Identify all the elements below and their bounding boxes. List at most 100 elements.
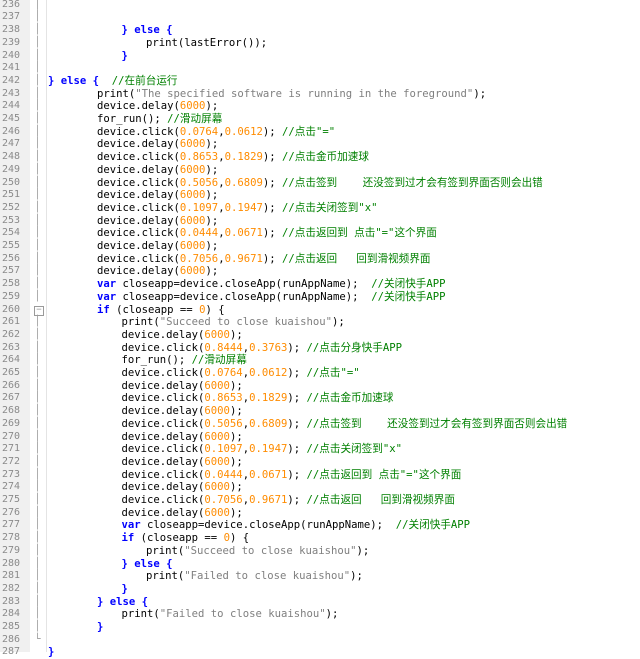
line-number: 236 <box>2 0 21 10</box>
code-line[interactable]: 272 │ device.delay(6000); <box>0 456 640 469</box>
fold-guide: │ <box>34 481 41 493</box>
code-line[interactable]: 246 │ device.click(0.0764,0.0612); //点击"=" <box>0 126 640 139</box>
code-line[interactable]: 238 │} else { <box>0 24 640 37</box>
code-line[interactable]: 275 │ device.click(0.7056,0.9671); //点击返回 … <box>0 494 640 507</box>
code-token-num: 0.6809 <box>224 176 263 189</box>
code-text: device.delay(6000); <box>122 329 243 342</box>
code-line[interactable]: 255 │ device.delay(6000); <box>0 240 640 253</box>
code-text: device.delay(6000); <box>122 380 243 393</box>
line-number: 268 <box>2 405 21 417</box>
code-token-kw: var <box>97 278 117 291</box>
code-line[interactable]: 242 │} else { //在前台运行 <box>0 75 640 88</box>
code-line[interactable]: 285 │} <box>0 621 640 634</box>
code-token-num: 0.0671 <box>224 227 263 240</box>
code-text: device.click(0.7056,0.9671); //点击返回 回到滑视… <box>122 494 455 507</box>
code-line[interactable]: 274 │ device.delay(6000); <box>0 481 640 494</box>
code-line[interactable]: 278 │ if (closeapp == 0) { <box>0 532 640 545</box>
code-line[interactable]: 266 │ device.delay(6000); <box>0 380 640 393</box>
code-line[interactable]: 263 │ device.click(0.8444,0.3763); //点击分身快… <box>0 342 640 355</box>
code-text: device.delay(6000); <box>122 481 243 494</box>
code-text: for_run(); //滑动屏幕 <box>122 354 247 367</box>
code-line[interactable]: 252 │ device.click(0.1097,0.1947); //点击关闭签… <box>0 202 640 215</box>
code-line[interactable]: 262 │ device.delay(6000); <box>0 329 640 342</box>
code-token-plain: ); <box>356 544 370 557</box>
code-token-kw: } else { <box>97 595 149 608</box>
code-token-plain: ); <box>262 125 283 138</box>
code-token-num: 0.6809 <box>249 417 288 430</box>
code-line[interactable]: 243 │ print("The specified software is run… <box>0 88 640 101</box>
fold-guide: │ <box>34 163 41 175</box>
code-text: for_run(); //滑动屏幕 <box>97 113 222 126</box>
line-number: 249 <box>2 163 21 175</box>
code-line[interactable]: 249 │ device.delay(6000); <box>0 164 640 177</box>
fold-guide: │ <box>34 379 41 391</box>
code-token-num: 6000 <box>179 163 206 176</box>
code-line[interactable]: 236 │ <box>0 0 640 11</box>
code-line[interactable]: 240 │} <box>0 50 640 63</box>
code-token-plain: closeapp=device.closeApp(runAppName); <box>116 278 372 291</box>
code-line[interactable]: 250 │ device.click(0.5056,0.6809); //点击签到 … <box>0 177 640 190</box>
code-line[interactable]: 283 │} else { <box>0 596 640 609</box>
code-line[interactable]: 276 │ device.delay(6000); <box>0 507 640 520</box>
code-line[interactable]: 273 │ device.click(0.0444,0.0671); //点击返回到… <box>0 469 640 482</box>
code-line[interactable]: 280 │} else { <box>0 558 640 571</box>
code-token-plain: ); <box>262 227 283 240</box>
code-line[interactable]: 271 │ device.click(0.1097,0.1947); //点击关闭签… <box>0 443 640 456</box>
code-line[interactable]: 286 └ <box>0 634 640 647</box>
code-line[interactable]: 282 │} <box>0 583 640 596</box>
code-token-plain: ) { <box>205 303 225 316</box>
code-token-plain: device.click( <box>121 417 205 430</box>
code-token-plain: ); <box>205 163 219 176</box>
code-token-str: "Failed to close kuaishou" <box>184 570 351 583</box>
code-line[interactable]: 281 │ print("Failed to close kuaishou"); <box>0 570 640 583</box>
code-line[interactable]: 258 │ var closeapp=device.closeApp(runAppN… <box>0 278 640 291</box>
code-line[interactable]: 257 │ device.delay(6000); <box>0 265 640 278</box>
code-token-num: 6000 <box>179 189 206 202</box>
code-token-cmt: //滑动屏幕 <box>191 354 247 367</box>
code-token-str: "Failed to close kuaishou" <box>159 608 326 621</box>
code-token-cmt: //点击签到 还没签到过才会有签到界面否则会出错 <box>282 176 543 189</box>
code-line[interactable]: 244 │ device.delay(6000); <box>0 100 640 113</box>
code-line[interactable]: 268 │ device.delay(6000); <box>0 405 640 418</box>
code-line[interactable]: 239 │ print(lastError()); <box>0 37 640 50</box>
code-line[interactable]: 260 − if (closeapp == 0) { <box>0 304 640 317</box>
code-text: device.delay(6000); <box>122 507 243 520</box>
code-line[interactable]: 253 │ device.delay(6000); <box>0 215 640 228</box>
code-token-num: 6000 <box>204 430 230 443</box>
code-line[interactable]: 269 │ device.click(0.5056,0.6809); //点击签到 … <box>0 418 640 431</box>
code-text: device.click(0.1097,0.1947); //点击关闭签到"x" <box>97 202 377 215</box>
code-line[interactable]: 237 │ <box>0 11 640 24</box>
code-line[interactable]: 247 │ device.delay(6000); <box>0 138 640 151</box>
fold-guide: │ <box>34 74 41 86</box>
code-token-num: 0.0764 <box>179 125 219 138</box>
fold-guide: │ <box>34 608 41 620</box>
code-line[interactable]: 259 │ var closeapp=device.closeApp(runAppN… <box>0 291 640 304</box>
line-number: 283 <box>2 595 21 607</box>
code-line[interactable]: 261 │ print("Succeed to close kuaishou"); <box>0 316 640 329</box>
code-token-num: 0.8653 <box>179 151 219 164</box>
code-line[interactable]: 279 │ print("Succeed to close kuaishou"); <box>0 545 640 558</box>
code-line[interactable]: 287} <box>0 646 640 659</box>
code-line[interactable]: 241 │ <box>0 62 640 75</box>
code-line[interactable]: 264 │ for_run(); //滑动屏幕 <box>0 354 640 367</box>
fold-guide: │ <box>34 532 41 544</box>
code-text: device.click(0.8653,0.1829); //点击金币加速球 <box>97 151 369 164</box>
code-line[interactable]: 265 │ device.click(0.0764,0.0612); //点击"=" <box>0 367 640 380</box>
fold-toggle-icon[interactable]: − <box>34 305 44 316</box>
code-line[interactable]: 270 │ device.delay(6000); <box>0 431 640 444</box>
code-line[interactable]: 254 │ device.click(0.0444,0.0671); //点击返回到… <box>0 227 640 240</box>
line-number: 239 <box>2 36 21 48</box>
code-text: device.delay(6000); <box>97 215 218 228</box>
code-token-plain: ); <box>473 87 487 100</box>
code-line[interactable]: 284 │ print("Failed to close kuaishou"); <box>0 608 640 621</box>
code-line[interactable]: 251 │ device.delay(6000); <box>0 189 640 202</box>
code-token-num: 6000 <box>179 240 206 252</box>
code-line[interactable]: 267 │ device.click(0.8653,0.1829); //点击金币加… <box>0 392 640 405</box>
code-text: } <box>122 583 128 596</box>
code-line[interactable]: 248 │ device.click(0.8653,0.1829); //点击金币加… <box>0 151 640 164</box>
code-line[interactable]: 245 │ for_run(); //滑动屏幕 <box>0 113 640 126</box>
code-token-kw: } <box>121 49 128 62</box>
code-line[interactable]: 277 │ var closeapp=device.closeApp(runAppN… <box>0 519 640 532</box>
code-line[interactable]: 256 │ device.click(0.7056,0.9671); //点击返回 … <box>0 253 640 266</box>
